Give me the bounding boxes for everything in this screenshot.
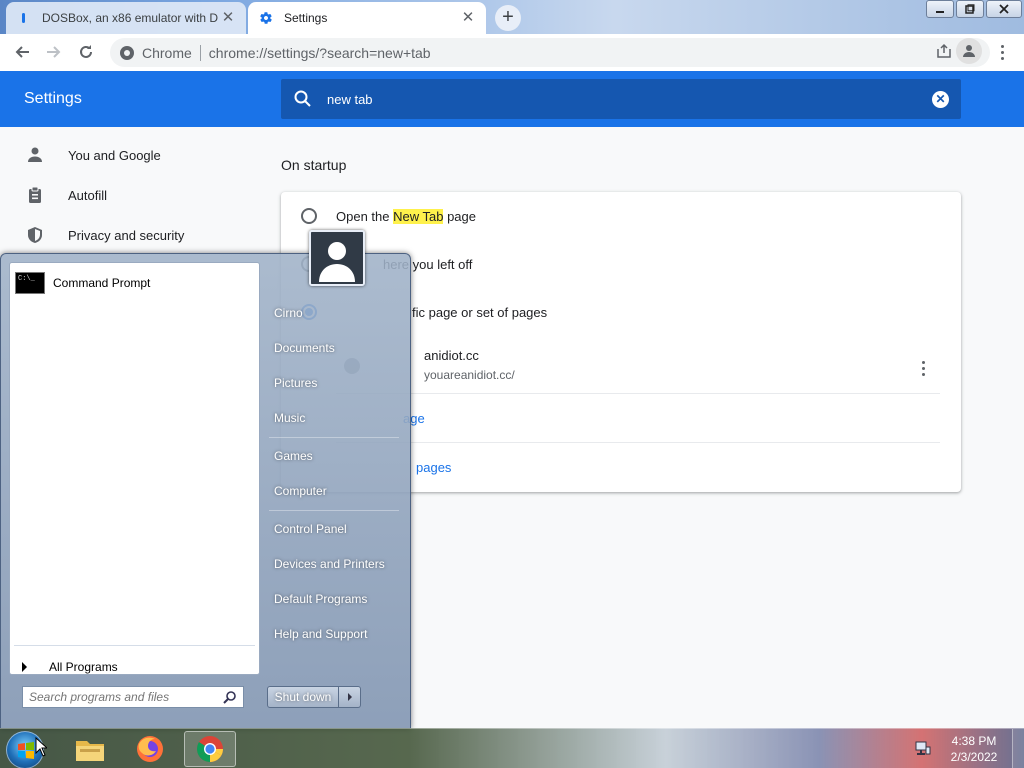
taskbar: 4:38 PM 2/3/2022 <box>0 728 1024 768</box>
close-window-button[interactable] <box>986 0 1022 18</box>
close-tab-icon[interactable]: ✕ <box>460 10 476 26</box>
chrome-menu-icon[interactable] <box>994 38 1010 66</box>
window-controls <box>924 0 1022 18</box>
new-tab-button[interactable]: + <box>495 5 521 31</box>
section-title: On startup <box>281 157 347 173</box>
shutdown-options-arrow-icon[interactable] <box>339 686 361 708</box>
sidebar-item-privacy[interactable]: Privacy and security <box>0 215 260 255</box>
browser-toolbar: Chrome chrome://settings/?search=new+tab <box>0 34 1024 71</box>
search-icon <box>293 89 313 109</box>
all-programs-button[interactable]: All Programs <box>18 655 258 679</box>
clear-search-icon[interactable]: ✕ <box>932 90 949 108</box>
radio-new-tab[interactable] <box>301 208 317 224</box>
start-search-box[interactable] <box>22 686 244 708</box>
tab-strip: DOSBox, an x86 emulator with D ✕ Setting… <box>0 0 1024 34</box>
search-icon <box>223 690 237 704</box>
sidebar-item-autofill[interactable]: Autofill <box>0 175 260 215</box>
sidebar-item-label: Autofill <box>68 187 108 203</box>
divider <box>269 510 399 511</box>
divider <box>336 442 940 443</box>
start-menu: C:\_ Command Prompt All Programs Cirno D… <box>0 230 411 729</box>
back-icon[interactable] <box>8 38 36 66</box>
sidebar-item-label: You and Google <box>68 147 161 163</box>
taskbar-explorer[interactable] <box>64 731 116 767</box>
forward-icon[interactable] <box>40 38 68 66</box>
option-label: fic page or set of pages <box>412 304 548 320</box>
firefox-icon <box>137 736 163 762</box>
windows-explorer-icon <box>76 741 104 761</box>
start-item-command-prompt[interactable]: C:\_ Command Prompt <box>14 267 254 299</box>
divider <box>14 645 255 646</box>
address-url[interactable]: chrome://settings/?search=new+tab <box>209 45 431 61</box>
settings-search-bar[interactable]: ✕ <box>281 79 961 119</box>
restore-button[interactable] <box>956 0 984 18</box>
start-link-computer[interactable]: Computer <box>274 484 327 498</box>
address-bar[interactable]: Chrome chrome://settings/?search=new+tab <box>110 38 990 67</box>
address-separator <box>199 44 201 61</box>
shutdown-group: Shut down <box>267 686 361 708</box>
divider <box>269 437 399 438</box>
more-actions-icon[interactable] <box>919 358 927 378</box>
clock-date: 2/3/2022 <box>950 750 998 764</box>
taskbar-firefox[interactable] <box>124 731 176 767</box>
arrow-right-icon <box>22 662 27 672</box>
share-icon[interactable] <box>936 43 952 62</box>
startup-page-url: youareanidiot.cc/ <box>424 368 515 382</box>
profile-avatar-icon[interactable] <box>956 38 982 64</box>
startup-option-new-tab[interactable]: Open the New Tab page <box>281 206 961 226</box>
settings-search-input[interactable] <box>327 91 932 107</box>
tab-title: Settings <box>284 11 328 25</box>
shut-down-button[interactable]: Shut down <box>267 686 339 708</box>
start-link-pictures[interactable]: Pictures <box>274 376 317 390</box>
start-link-default-programs[interactable]: Default Programs <box>274 592 367 606</box>
tab-dosbox[interactable]: DOSBox, an x86 emulator with D ✕ <box>6 2 246 34</box>
mouse-cursor-icon <box>35 737 47 757</box>
start-item-label: Command Prompt <box>53 276 151 290</box>
gear-icon <box>258 10 274 26</box>
close-tab-icon[interactable]: ✕ <box>220 10 236 26</box>
minimize-button[interactable] <box>926 0 954 18</box>
startup-page-entry: anidiot.cc youareanidiot.cc/ <box>336 342 940 394</box>
settings-header: Settings ✕ <box>0 71 1024 127</box>
tab-settings[interactable]: Settings ✕ <box>248 2 486 34</box>
option-label: Open the New Tab page <box>336 208 476 224</box>
network-icon[interactable] <box>914 739 932 757</box>
person-icon <box>25 145 45 165</box>
search-highlight: New Tab <box>393 208 444 224</box>
tab-favicon-icon <box>16 10 32 26</box>
start-link-control-panel[interactable]: Control Panel <box>274 522 347 536</box>
start-menu-programs-pane: C:\_ Command Prompt All Programs <box>9 262 260 675</box>
all-programs-label: All Programs <box>49 660 118 674</box>
page-title: Settings <box>24 90 82 107</box>
start-link-games[interactable]: Games <box>274 449 313 463</box>
startup-page-name: anidiot.cc <box>424 348 479 363</box>
system-clock[interactable]: 4:38 PM 2/3/2022 <box>944 733 1004 765</box>
address-chip: Chrome <box>142 44 192 61</box>
start-link-cirno[interactable]: Cirno <box>274 306 303 320</box>
shield-icon <box>25 225 45 245</box>
chrome-icon <box>196 736 224 763</box>
start-search-input[interactable] <box>29 690 223 704</box>
chrome-page-icon[interactable] <box>120 45 134 60</box>
reload-icon[interactable] <box>72 38 100 66</box>
start-link-documents[interactable]: Documents <box>274 341 335 355</box>
command-prompt-icon: C:\_ <box>15 272 45 294</box>
clock-time: 4:38 PM <box>951 734 997 748</box>
user-account-picture[interactable] <box>309 230 365 286</box>
tab-title: DOSBox, an x86 emulator with D <box>42 11 219 25</box>
sidebar-item-you-and-google[interactable]: You and Google <box>0 135 260 175</box>
use-current-pages-link[interactable]: pages <box>416 460 451 475</box>
taskbar-chrome[interactable] <box>184 731 236 767</box>
show-desktop-button[interactable] <box>1012 729 1024 768</box>
start-link-music[interactable]: Music <box>274 411 305 425</box>
start-link-help-support[interactable]: Help and Support <box>274 627 367 641</box>
clipboard-icon <box>25 185 45 205</box>
start-link-devices-printers[interactable]: Devices and Printers <box>274 557 385 571</box>
sidebar-item-label: Privacy and security <box>68 227 185 243</box>
